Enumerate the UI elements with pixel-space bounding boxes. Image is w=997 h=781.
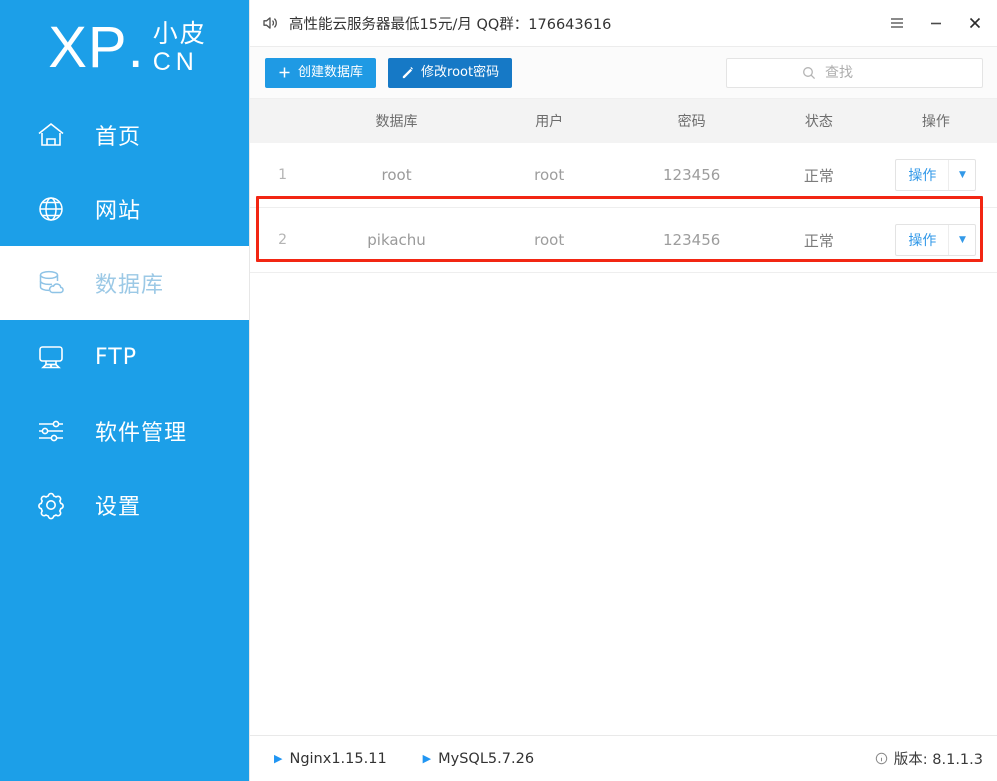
database-table-container: 数据库 用户 密码 状态 操作 1 root root 123456 正常 操作… (250, 99, 997, 735)
toolbar: 创建数据库 修改root密码 (250, 47, 997, 99)
gear-icon (33, 487, 69, 523)
column-header-user: 用户 (477, 99, 621, 143)
hamburger-menu-icon[interactable] (888, 14, 906, 32)
speaker-icon (259, 12, 281, 34)
logo-text-cn-bottom: CN (152, 48, 199, 76)
service-mysql[interactable]: ▶ MySQL5.7.26 (423, 751, 534, 767)
sidebar-item-label: 设置 (95, 495, 142, 520)
database-table: 数据库 用户 密码 状态 操作 1 root root 123456 正常 操作… (250, 99, 997, 273)
sidebar-item-home[interactable]: 首页 (0, 98, 249, 172)
row-action-button[interactable]: 操作 ▼ (895, 159, 977, 191)
sidebar-item-website[interactable]: 网站 (0, 172, 249, 246)
database-icon (33, 265, 69, 301)
version-info[interactable]: 版本: 8.1.1.3 (875, 748, 983, 769)
search-icon (802, 66, 816, 80)
cell-database: pikachu (315, 207, 478, 273)
ftp-icon (33, 339, 69, 375)
app-logo: XP . 小皮 CN (0, 0, 249, 96)
create-database-label: 创建数据库 (298, 65, 364, 80)
logo-sub: 小皮 CN (153, 21, 207, 75)
table-header-row: 数据库 用户 密码 状态 操作 (250, 99, 997, 143)
sidebar-item-software[interactable]: 软件管理 (0, 394, 249, 468)
chevron-down-icon[interactable]: ▼ (948, 225, 975, 255)
globe-icon (33, 191, 69, 227)
logo-text-cn-top: 小皮 (152, 19, 207, 48)
sidebar-item-label: FTP (95, 344, 137, 370)
plus-icon (278, 66, 291, 79)
announcement-text: 高性能云服务器最低15元/月 QQ群：176643616 (289, 16, 612, 33)
sliders-icon (33, 413, 69, 449)
home-icon (33, 117, 69, 153)
change-root-password-label: 修改root密码 (421, 65, 500, 80)
column-header-index (250, 99, 316, 143)
cell-password: 123456 (620, 143, 763, 208)
status-bar: ▶ Nginx1.15.11 ▶ MySQL5.7.26 版本: 8.1.1.3 (250, 735, 997, 781)
window-controls (888, 14, 984, 32)
cell-action: 操作 ▼ (874, 143, 997, 208)
version-label: 版本: 8.1.1.3 (893, 752, 983, 768)
column-header-password: 密码 (620, 99, 763, 143)
cell-action: 操作 ▼ (874, 207, 997, 273)
row-action-label: 操作 (908, 168, 937, 184)
cell-status: 正常 (762, 143, 875, 208)
sidebar-nav: 首页 网站 数据库 FTP 软件管理 设置 (0, 98, 249, 542)
close-icon[interactable] (966, 14, 984, 32)
cell-database: root (315, 143, 478, 208)
change-root-password-button[interactable]: 修改root密码 (388, 57, 513, 88)
logo-text-xp: XP (48, 15, 128, 80)
titlebar: 高性能云服务器最低15元/月 QQ群：176643616 (250, 0, 997, 47)
cell-user: root (477, 207, 621, 273)
sidebar-item-label: 软件管理 (95, 421, 188, 446)
service-nginx-label: Nginx1.15.11 (289, 750, 387, 767)
cell-status: 正常 (762, 207, 875, 273)
sidebar-item-label: 首页 (95, 125, 142, 150)
cell-password: 123456 (620, 207, 763, 273)
table-head: 数据库 用户 密码 状态 操作 (250, 99, 997, 143)
table-row[interactable]: 1 root root 123456 正常 操作 ▼ (250, 143, 997, 208)
app-window: XP . 小皮 CN 首页 网站 数据库 FTP 软件管理 设置 高性能云服务器… (0, 0, 997, 781)
cell-index: 1 (250, 143, 316, 208)
sidebar: XP . 小皮 CN 首页 网站 数据库 FTP 软件管理 设置 (0, 0, 249, 781)
sidebar-item-database[interactable]: 数据库 (0, 246, 249, 320)
sidebar-item-label: 网站 (95, 199, 142, 224)
sidebar-item-label: 数据库 (95, 273, 165, 298)
create-database-button[interactable]: 创建数据库 (265, 57, 377, 88)
row-action-button[interactable]: 操作 ▼ (895, 224, 977, 256)
sidebar-item-settings[interactable]: 设置 (0, 468, 249, 542)
service-mysql-label: MySQL5.7.26 (438, 750, 535, 767)
table-row[interactable]: 2 pikachu root 123456 正常 操作 ▼ (250, 207, 997, 273)
sidebar-item-ftp[interactable]: FTP (0, 320, 249, 394)
pencil-icon (401, 66, 414, 79)
play-icon: ▶ (422, 752, 432, 765)
info-icon (875, 752, 888, 765)
cell-user: root (477, 143, 621, 208)
search-box[interactable] (726, 57, 983, 88)
play-icon: ▶ (274, 752, 283, 765)
main-panel: 高性能云服务器最低15元/月 QQ群：176643616 创建数据库 修改roo… (249, 0, 997, 781)
minimize-icon[interactable] (927, 14, 945, 32)
service-nginx[interactable]: ▶ Nginx1.15.11 (274, 751, 387, 767)
table-body: 1 root root 123456 正常 操作 ▼ 2 pikachu roo… (250, 143, 997, 273)
column-header-status: 状态 (762, 99, 875, 143)
logo-dot: . (127, 15, 144, 80)
row-action-label: 操作 (908, 233, 937, 249)
cell-index: 2 (250, 207, 316, 273)
search-input[interactable] (823, 63, 907, 82)
column-header-database: 数据库 (315, 99, 478, 143)
column-header-action: 操作 (874, 99, 997, 143)
chevron-down-icon[interactable]: ▼ (948, 160, 975, 190)
